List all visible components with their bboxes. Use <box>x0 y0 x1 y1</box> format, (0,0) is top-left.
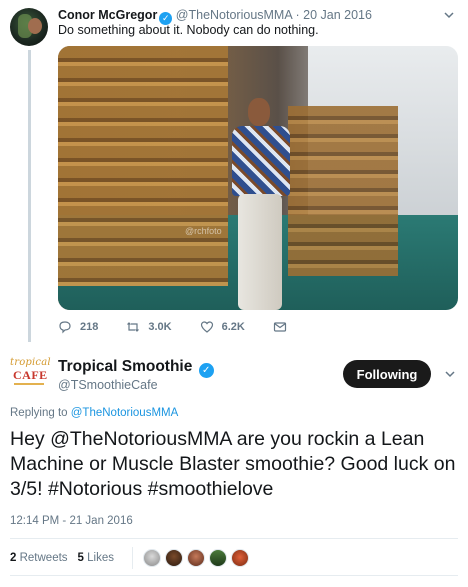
parent-author-name[interactable]: Conor McGregor <box>58 8 157 22</box>
chevron-down-icon[interactable] <box>442 8 456 22</box>
photo-chairs-left <box>58 46 228 286</box>
parent-date[interactable]: 20 Jan 2016 <box>303 8 372 22</box>
reply-count: 218 <box>80 321 99 333</box>
message-action[interactable] <box>273 320 295 334</box>
author-name[interactable]: Tropical Smoothie ✓ <box>58 358 214 378</box>
photo-person <box>226 98 296 310</box>
avatar-conor[interactable] <box>10 8 48 46</box>
divider <box>10 575 458 576</box>
likes-stat[interactable]: 5 Likes <box>78 552 114 564</box>
photo-person-head <box>248 98 270 126</box>
reply-icon <box>59 321 71 334</box>
retweet-action[interactable]: 3.0K <box>126 320 172 334</box>
retweet-icon <box>127 322 140 332</box>
like-count: 6.2K <box>221 321 245 333</box>
divider <box>10 538 458 539</box>
thread-line <box>28 50 31 342</box>
tweet-photo[interactable]: @rchfoto <box>58 46 458 310</box>
photo-person-pants <box>238 194 282 310</box>
liker-avatars <box>132 547 253 569</box>
verified-badge-icon: ✓ <box>198 363 214 378</box>
parent-actions: 218 3.0K 6.2K <box>58 318 323 336</box>
tweet-stats: 2 Retweets 5 Likes <box>10 547 253 569</box>
reply-action[interactable]: 218 <box>58 320 98 334</box>
avatar-face <box>28 18 42 34</box>
parent-tweet[interactable]: Conor McGregor ✓ @TheNotoriousMMA · 20 Ja… <box>0 0 468 345</box>
retweets-count: 2 <box>10 552 17 564</box>
replying-prefix: Replying to <box>10 407 68 419</box>
liker-avatar[interactable] <box>187 549 206 567</box>
header-separator: · <box>295 8 300 22</box>
liker-avatar[interactable] <box>231 549 250 567</box>
following-button[interactable]: Following <box>343 360 431 388</box>
heart-icon <box>200 321 213 333</box>
logo-text-bottom: CAFE <box>13 368 48 382</box>
replying-to: Replying to @TheNotoriousMMA <box>10 407 178 419</box>
parent-tweet-text: Do something about it. Nobody can do not… <box>58 23 319 37</box>
retweet-count: 3.0K <box>148 321 172 333</box>
liker-avatar[interactable] <box>143 549 162 567</box>
logo-underline <box>14 383 44 385</box>
tweet-timestamp[interactable]: 12:14 PM - 21 Jan 2016 <box>10 515 133 527</box>
liker-avatar[interactable] <box>209 549 228 567</box>
likes-count: 5 <box>77 552 84 564</box>
author-name-text: Tropical Smoothie <box>58 358 193 375</box>
like-action[interactable]: 6.2K <box>200 320 245 334</box>
photo-chairs-right <box>288 106 398 276</box>
tweet-text: Hey @TheNotoriousMMA are you rockin a Le… <box>10 428 456 500</box>
author-handle[interactable]: @TSmoothieCafe <box>58 378 158 392</box>
retweets-label: Retweets <box>19 552 68 564</box>
photo-watermark: @rchfoto <box>185 226 222 236</box>
envelope-icon <box>273 322 286 332</box>
liker-avatar[interactable] <box>165 549 184 567</box>
parent-author-handle[interactable]: @TheNotoriousMMA <box>176 8 292 22</box>
photo-person-shirt <box>232 126 290 196</box>
logo-text-top: tropical <box>10 357 51 368</box>
avatar-tropical-smoothie[interactable]: tropical CAFE <box>10 355 51 393</box>
chevron-down-icon[interactable] <box>444 368 456 380</box>
likes-label: Likes <box>87 552 115 564</box>
replying-to-link[interactable]: @TheNotoriousMMA <box>71 407 179 419</box>
retweets-stat[interactable]: 2 Retweets <box>10 552 68 564</box>
